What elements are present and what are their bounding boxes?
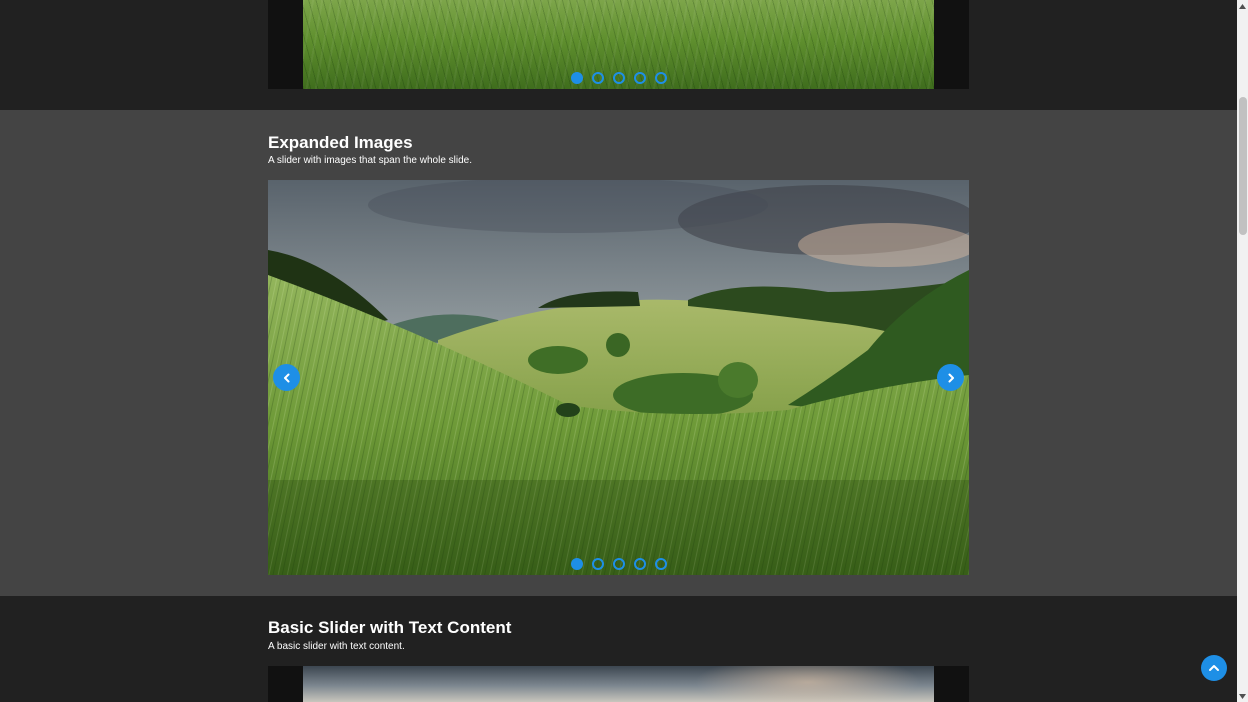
slide-dot-1[interactable] xyxy=(571,72,583,84)
chevron-up-icon xyxy=(1209,665,1219,671)
slide-dot-4[interactable] xyxy=(634,72,646,84)
triangle-down-icon xyxy=(1239,693,1246,699)
scroll-down-arrow[interactable] xyxy=(1237,690,1248,702)
scrollbar-thumb[interactable] xyxy=(1239,97,1247,235)
chevron-right-icon xyxy=(948,373,954,382)
triangle-up-icon xyxy=(1239,3,1246,9)
slide-dot-5[interactable] xyxy=(655,558,667,570)
expanded-slider-dots xyxy=(571,558,667,570)
page-scrollbar[interactable] xyxy=(1237,0,1248,702)
next-slide-button[interactable] xyxy=(937,364,964,391)
back-to-top-button[interactable] xyxy=(1201,655,1227,681)
scroll-up-arrow[interactable] xyxy=(1237,0,1248,12)
sky-slide-image xyxy=(303,666,934,702)
section-title: Basic Slider with Text Content xyxy=(268,618,512,637)
expanded-slide-image xyxy=(268,180,969,575)
chevron-left-icon xyxy=(283,373,289,382)
hills-landscape-image xyxy=(268,180,969,575)
section-subtitle: A slider with images that span the whole… xyxy=(268,155,472,166)
slide-dot-1[interactable] xyxy=(571,558,583,570)
slide-dot-3[interactable] xyxy=(613,558,625,570)
section-title: Expanded Images xyxy=(268,133,413,152)
basic-slider-frame xyxy=(268,666,969,702)
slide-dot-2[interactable] xyxy=(592,558,604,570)
previous-slider-dots xyxy=(571,72,667,84)
slide-dot-5[interactable] xyxy=(655,72,667,84)
slide-dot-2[interactable] xyxy=(592,72,604,84)
previous-slider-section xyxy=(0,0,1237,110)
slide-dot-3[interactable] xyxy=(613,72,625,84)
slide-dot-4[interactable] xyxy=(634,558,646,570)
previous-slide-button[interactable] xyxy=(273,364,300,391)
section-subtitle: A basic slider with text content. xyxy=(268,641,405,652)
